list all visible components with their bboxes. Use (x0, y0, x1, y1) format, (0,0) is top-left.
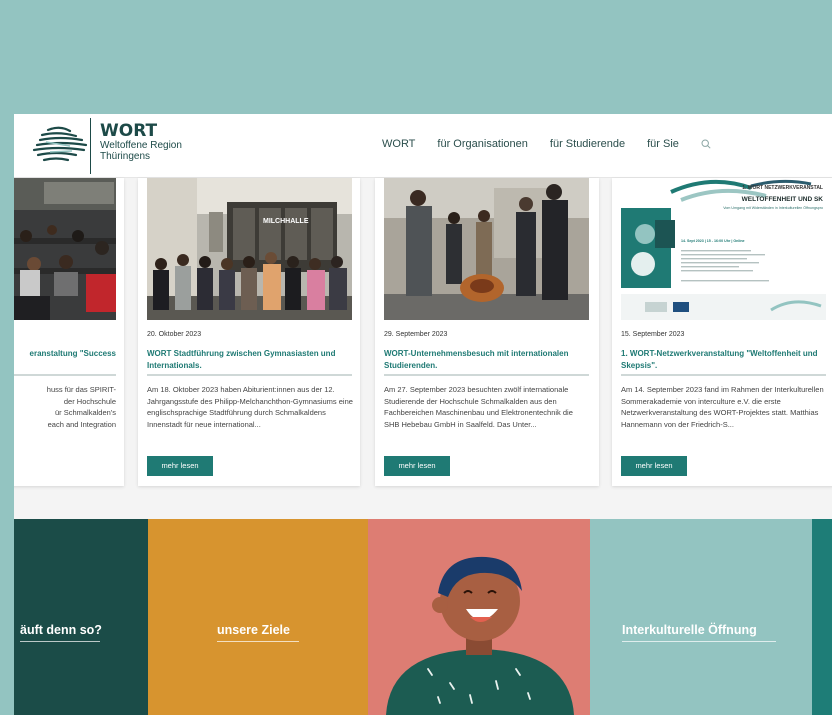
main-nav: WORT für Organisationen für Studierende … (382, 138, 711, 150)
card-divider (621, 374, 826, 376)
card-image-city-tour: MILCHHALLE (147, 178, 352, 320)
card-excerpt: Am 14. September 2023 fand im Rahmen der… (621, 385, 824, 429)
smiling-person-illustration-icon (386, 556, 574, 715)
card-divider (384, 374, 589, 376)
site-header: WORT Weltoffene Region Thüringens WORT f… (14, 114, 832, 178)
photo-shop-sign: MILCHHALLE (263, 218, 309, 225)
poster-heading-line1: 1. WORT NETZWERKVERANSTAL (742, 185, 823, 191)
news-card[interactable]: 1. WORT NETZWERKVERANSTAL WELTOFFENHEIT … (612, 178, 832, 486)
card-date: 20. Oktober 2023 (147, 331, 202, 338)
tile-unsere-ziele[interactable] (148, 519, 368, 715)
card-divider (147, 374, 352, 376)
nav-item-organisationen[interactable]: für Organisationen (437, 138, 528, 150)
nav-item-wort[interactable]: WORT (382, 138, 415, 150)
card-divider (14, 374, 116, 376)
card-date: 29. September 2023 (384, 331, 448, 338)
poster-heading-line2: WELTOFFENHEIT UND SK (742, 196, 824, 203)
tile-interkulturelle-oeffnung[interactable] (590, 519, 812, 715)
card-excerpt: Am 18. Oktober 2023 haben Abiturient:inn… (147, 385, 353, 429)
news-card[interactable]: eranstaltung "Success huss für das SPIRI… (14, 178, 124, 486)
brand-block[interactable]: WORT Weltoffene Region Thüringens (100, 122, 182, 162)
search-icon[interactable] (701, 139, 711, 149)
card-date: 15. September 2023 (621, 331, 685, 338)
news-card[interactable]: 29. September 2023 WORT-Unternehmensbesu… (375, 178, 599, 486)
tile-underline (217, 641, 299, 642)
website-frame: WORT Weltoffene Region Thüringens WORT f… (14, 114, 832, 715)
read-more-button[interactable]: mehr lesen (147, 456, 213, 476)
card-title[interactable]: WORT-Unternehmensbesuch mit internationa… (384, 348, 590, 372)
brand-subtitle-line1: Weltoffene Region (100, 140, 182, 151)
tile-label-interkulturelle-oeffnung[interactable]: Interkulturelle Öffnung (622, 623, 757, 637)
brand-subtitle-line2: Thüringens (100, 151, 151, 162)
nav-item-studierende[interactable]: für Studierende (550, 138, 625, 150)
logo-divider (90, 118, 91, 174)
news-card[interactable]: MILCHHALLE 20. Oktober 2023 WORT Stadtfü… (138, 178, 360, 486)
brand-title: WORT (100, 121, 158, 141)
card-image-company-visit (384, 178, 589, 320)
card-image-lecture-hall (14, 178, 116, 320)
card-title[interactable]: eranstaltung "Success (14, 348, 117, 360)
tile-underline (20, 641, 100, 642)
card-image-event-poster: 1. WORT NETZWERKVERANSTAL WELTOFFENHEIT … (621, 178, 826, 320)
tile-partial-right[interactable] (812, 519, 832, 715)
card-title[interactable]: 1. WORT-Netzwerkveranstaltung "Weltoffen… (621, 348, 827, 372)
thuringia-map-logo-icon[interactable] (26, 122, 92, 168)
card-excerpt: Am 27. September 2023 besuchten zwölf in… (384, 385, 573, 429)
read-more-button[interactable]: mehr lesen (384, 456, 450, 476)
tile-underline (622, 641, 776, 642)
card-title[interactable]: WORT Stadtführung zwischen Gymnasiasten … (147, 348, 353, 372)
nav-item-fuer-sie[interactable]: für Sie (647, 138, 679, 150)
read-more-button[interactable]: mehr lesen (621, 456, 687, 476)
tile-label-wie-laeuft[interactable]: äuft denn so? (20, 623, 102, 637)
card-excerpt: huss für das SPIRIT- der Hochschule ür S… (46, 385, 116, 429)
tile-label-unsere-ziele[interactable]: unsere Ziele (217, 623, 290, 637)
tile-illustration[interactable] (368, 519, 590, 715)
tile-wie-laeuft[interactable] (14, 519, 148, 715)
poster-date: 14. Sept 2023 | 15 - 16:00 Uhr | Online (681, 239, 745, 243)
poster-subheading: Vom Umgang mit Widerständen in Interkult… (723, 206, 823, 210)
